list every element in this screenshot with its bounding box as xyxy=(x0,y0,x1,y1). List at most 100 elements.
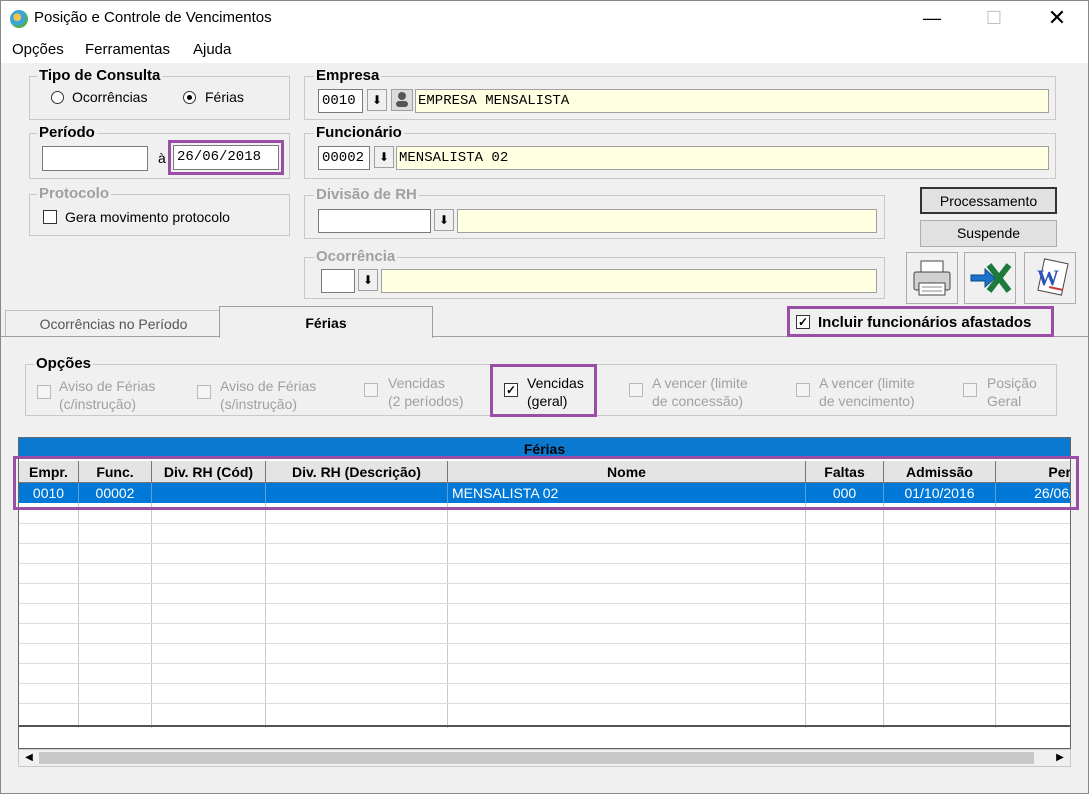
opcao-posicao-geral-label: Posição Geral xyxy=(987,374,1037,410)
opcao-vencidas2-line1: Vencidas xyxy=(388,375,445,391)
gera-protocolo-checkbox[interactable] xyxy=(43,210,57,224)
opcao-avc-line2: de concessão) xyxy=(652,393,744,409)
window-title: Posição e Controle de Vencimentos xyxy=(34,9,272,26)
opcao-posicao-geral-checkbox[interactable] xyxy=(963,383,977,397)
opcao-avv-line1: A vencer (limite xyxy=(819,375,915,391)
close-button[interactable]: ✕ xyxy=(1034,1,1080,35)
grid-footer-line xyxy=(19,725,1070,727)
grid-hline xyxy=(19,623,1070,624)
word-export-button[interactable]: W xyxy=(1024,252,1076,304)
divisao-name-field xyxy=(457,209,877,233)
opcao-aviso-c-line1: Aviso de Férias xyxy=(59,378,156,394)
scroll-right-icon[interactable]: ▶ xyxy=(1052,751,1068,765)
ocorrencia-code-input[interactable] xyxy=(321,269,355,293)
divisao-label: Divisão de RH xyxy=(314,186,419,203)
menu-ferramentas[interactable]: Ferramentas xyxy=(85,41,170,58)
menu-ajuda[interactable]: Ajuda xyxy=(193,41,231,58)
grid-hline xyxy=(19,563,1070,564)
protocolo-label: Protocolo xyxy=(37,185,111,202)
grid-hline xyxy=(19,523,1070,524)
scroll-thumb[interactable] xyxy=(39,752,1034,764)
opcao-vencidas-2-periodos-checkbox[interactable] xyxy=(364,383,378,397)
horizontal-scrollbar[interactable]: ◀ ▶ xyxy=(18,749,1071,767)
opcao-avv-line2: de vencimento) xyxy=(819,393,915,409)
divisao-code-input[interactable] xyxy=(318,209,431,233)
opcao-aviso-s-instrucao-label: Aviso de Férias (s/instrução) xyxy=(220,377,316,413)
grid-vline xyxy=(883,503,884,728)
periodo-label: Período xyxy=(37,124,97,141)
periodo-separator: à xyxy=(158,150,166,166)
printer-icon xyxy=(913,260,951,296)
opcao-aviso-c-instrucao-checkbox[interactable] xyxy=(37,385,51,399)
empresa-person-icon[interactable] xyxy=(391,89,413,111)
menu-bar: Opções Ferramentas Ajuda xyxy=(1,37,1088,63)
tab-ocorrencias[interactable]: Ocorrências no Período xyxy=(5,310,222,336)
maximize-button[interactable]: ☐ xyxy=(971,1,1017,35)
grid-hline xyxy=(19,603,1070,604)
opcao-aviso-s-line2: (s/instrução) xyxy=(220,396,298,412)
gera-protocolo-label: Gera movimento protocolo xyxy=(65,209,230,225)
grid-vline xyxy=(805,503,806,728)
opcao-pg-line1: Posição xyxy=(987,375,1037,391)
ocorrencia-name-field xyxy=(381,269,877,293)
opcao-pg-line2: Geral xyxy=(987,393,1022,409)
opcao-a-vencer-concessao-checkbox[interactable] xyxy=(629,383,643,397)
opcao-aviso-c-line2: (c/instrução) xyxy=(59,396,137,412)
highlight-grid-row xyxy=(13,456,1079,510)
processamento-button[interactable]: Processamento xyxy=(920,187,1057,214)
grid-vline xyxy=(78,503,79,728)
grid-vline xyxy=(265,503,266,728)
grid-hline xyxy=(19,703,1070,704)
opcao-a-vencer-concessao-label: A vencer (limite de concessão) xyxy=(652,374,748,410)
funcionario-lookup-button[interactable]: ⬇ xyxy=(374,146,394,168)
radio-ferias[interactable] xyxy=(183,91,196,104)
scroll-left-icon[interactable]: ◀ xyxy=(21,751,37,765)
excel-export-button[interactable] xyxy=(964,252,1016,304)
radio-ocorrencias[interactable] xyxy=(51,91,64,104)
ocorrencia-lookup-button[interactable]: ⬇ xyxy=(358,269,378,291)
opcao-aviso-s-line1: Aviso de Férias xyxy=(220,378,317,394)
grid-vline xyxy=(995,503,996,728)
divisao-lookup-button[interactable]: ⬇ xyxy=(434,209,454,231)
opcao-vencidas-2-periodos-label: Vencidas (2 períodos) xyxy=(388,374,463,410)
radio-ocorrencias-label: Ocorrências xyxy=(72,89,148,105)
empresa-name-field: EMPRESA MENSALISTA xyxy=(415,89,1049,113)
grid-hline xyxy=(19,663,1070,664)
svg-text:W: W xyxy=(1037,265,1059,290)
opcao-aviso-c-instrucao-label: Aviso de Férias (c/instrução) xyxy=(59,377,155,413)
highlight-periodo-to xyxy=(168,140,284,175)
grid-hline xyxy=(19,583,1070,584)
opcao-vencidas2-line2: (2 períodos) xyxy=(388,393,464,409)
funcionario-name-field: MENSALISTA 02 xyxy=(396,146,1049,170)
periodo-from-input[interactable] xyxy=(42,146,148,171)
excel-export-icon xyxy=(970,263,1012,293)
main-window: Posição e Controle de Vencimentos — ☐ ✕ … xyxy=(0,0,1089,794)
grid-hline xyxy=(19,683,1070,684)
funcionario-label: Funcionário xyxy=(314,124,404,141)
empresa-label: Empresa xyxy=(314,67,382,84)
empresa-lookup-button[interactable]: ⬇ xyxy=(367,89,387,111)
tipo-consulta-label: Tipo de Consulta xyxy=(37,67,163,84)
app-icon xyxy=(10,10,28,28)
grid-hline xyxy=(19,543,1070,544)
tab-ferias[interactable]: Férias xyxy=(219,306,433,338)
print-button[interactable] xyxy=(906,252,958,304)
menu-opcoes[interactable]: Opções xyxy=(12,41,64,58)
ocorrencia-label: Ocorrência xyxy=(314,248,398,265)
radio-ferias-label: Férias xyxy=(205,89,244,105)
highlight-incluir-afastados xyxy=(787,306,1054,337)
suspende-button[interactable]: Suspende xyxy=(920,220,1057,247)
opcao-avc-line1: A vencer (limite xyxy=(652,375,748,391)
empresa-code-input[interactable]: 0010 xyxy=(318,89,363,113)
funcionario-code-input[interactable]: 00002 xyxy=(318,146,370,170)
minimize-button[interactable]: — xyxy=(909,1,955,35)
grid-vline xyxy=(447,503,448,728)
word-export-icon: W xyxy=(1037,258,1069,296)
opcao-a-vencer-vencimento-checkbox[interactable] xyxy=(796,383,810,397)
grid-vline xyxy=(151,503,152,728)
title-bar: Posição e Controle de Vencimentos — ☐ ✕ xyxy=(1,1,1088,37)
opcao-aviso-s-instrucao-checkbox[interactable] xyxy=(197,385,211,399)
grid-hline xyxy=(19,643,1070,644)
opcao-a-vencer-vencimento-label: A vencer (limite de vencimento) xyxy=(819,374,915,410)
highlight-vencidas-geral xyxy=(490,364,597,417)
